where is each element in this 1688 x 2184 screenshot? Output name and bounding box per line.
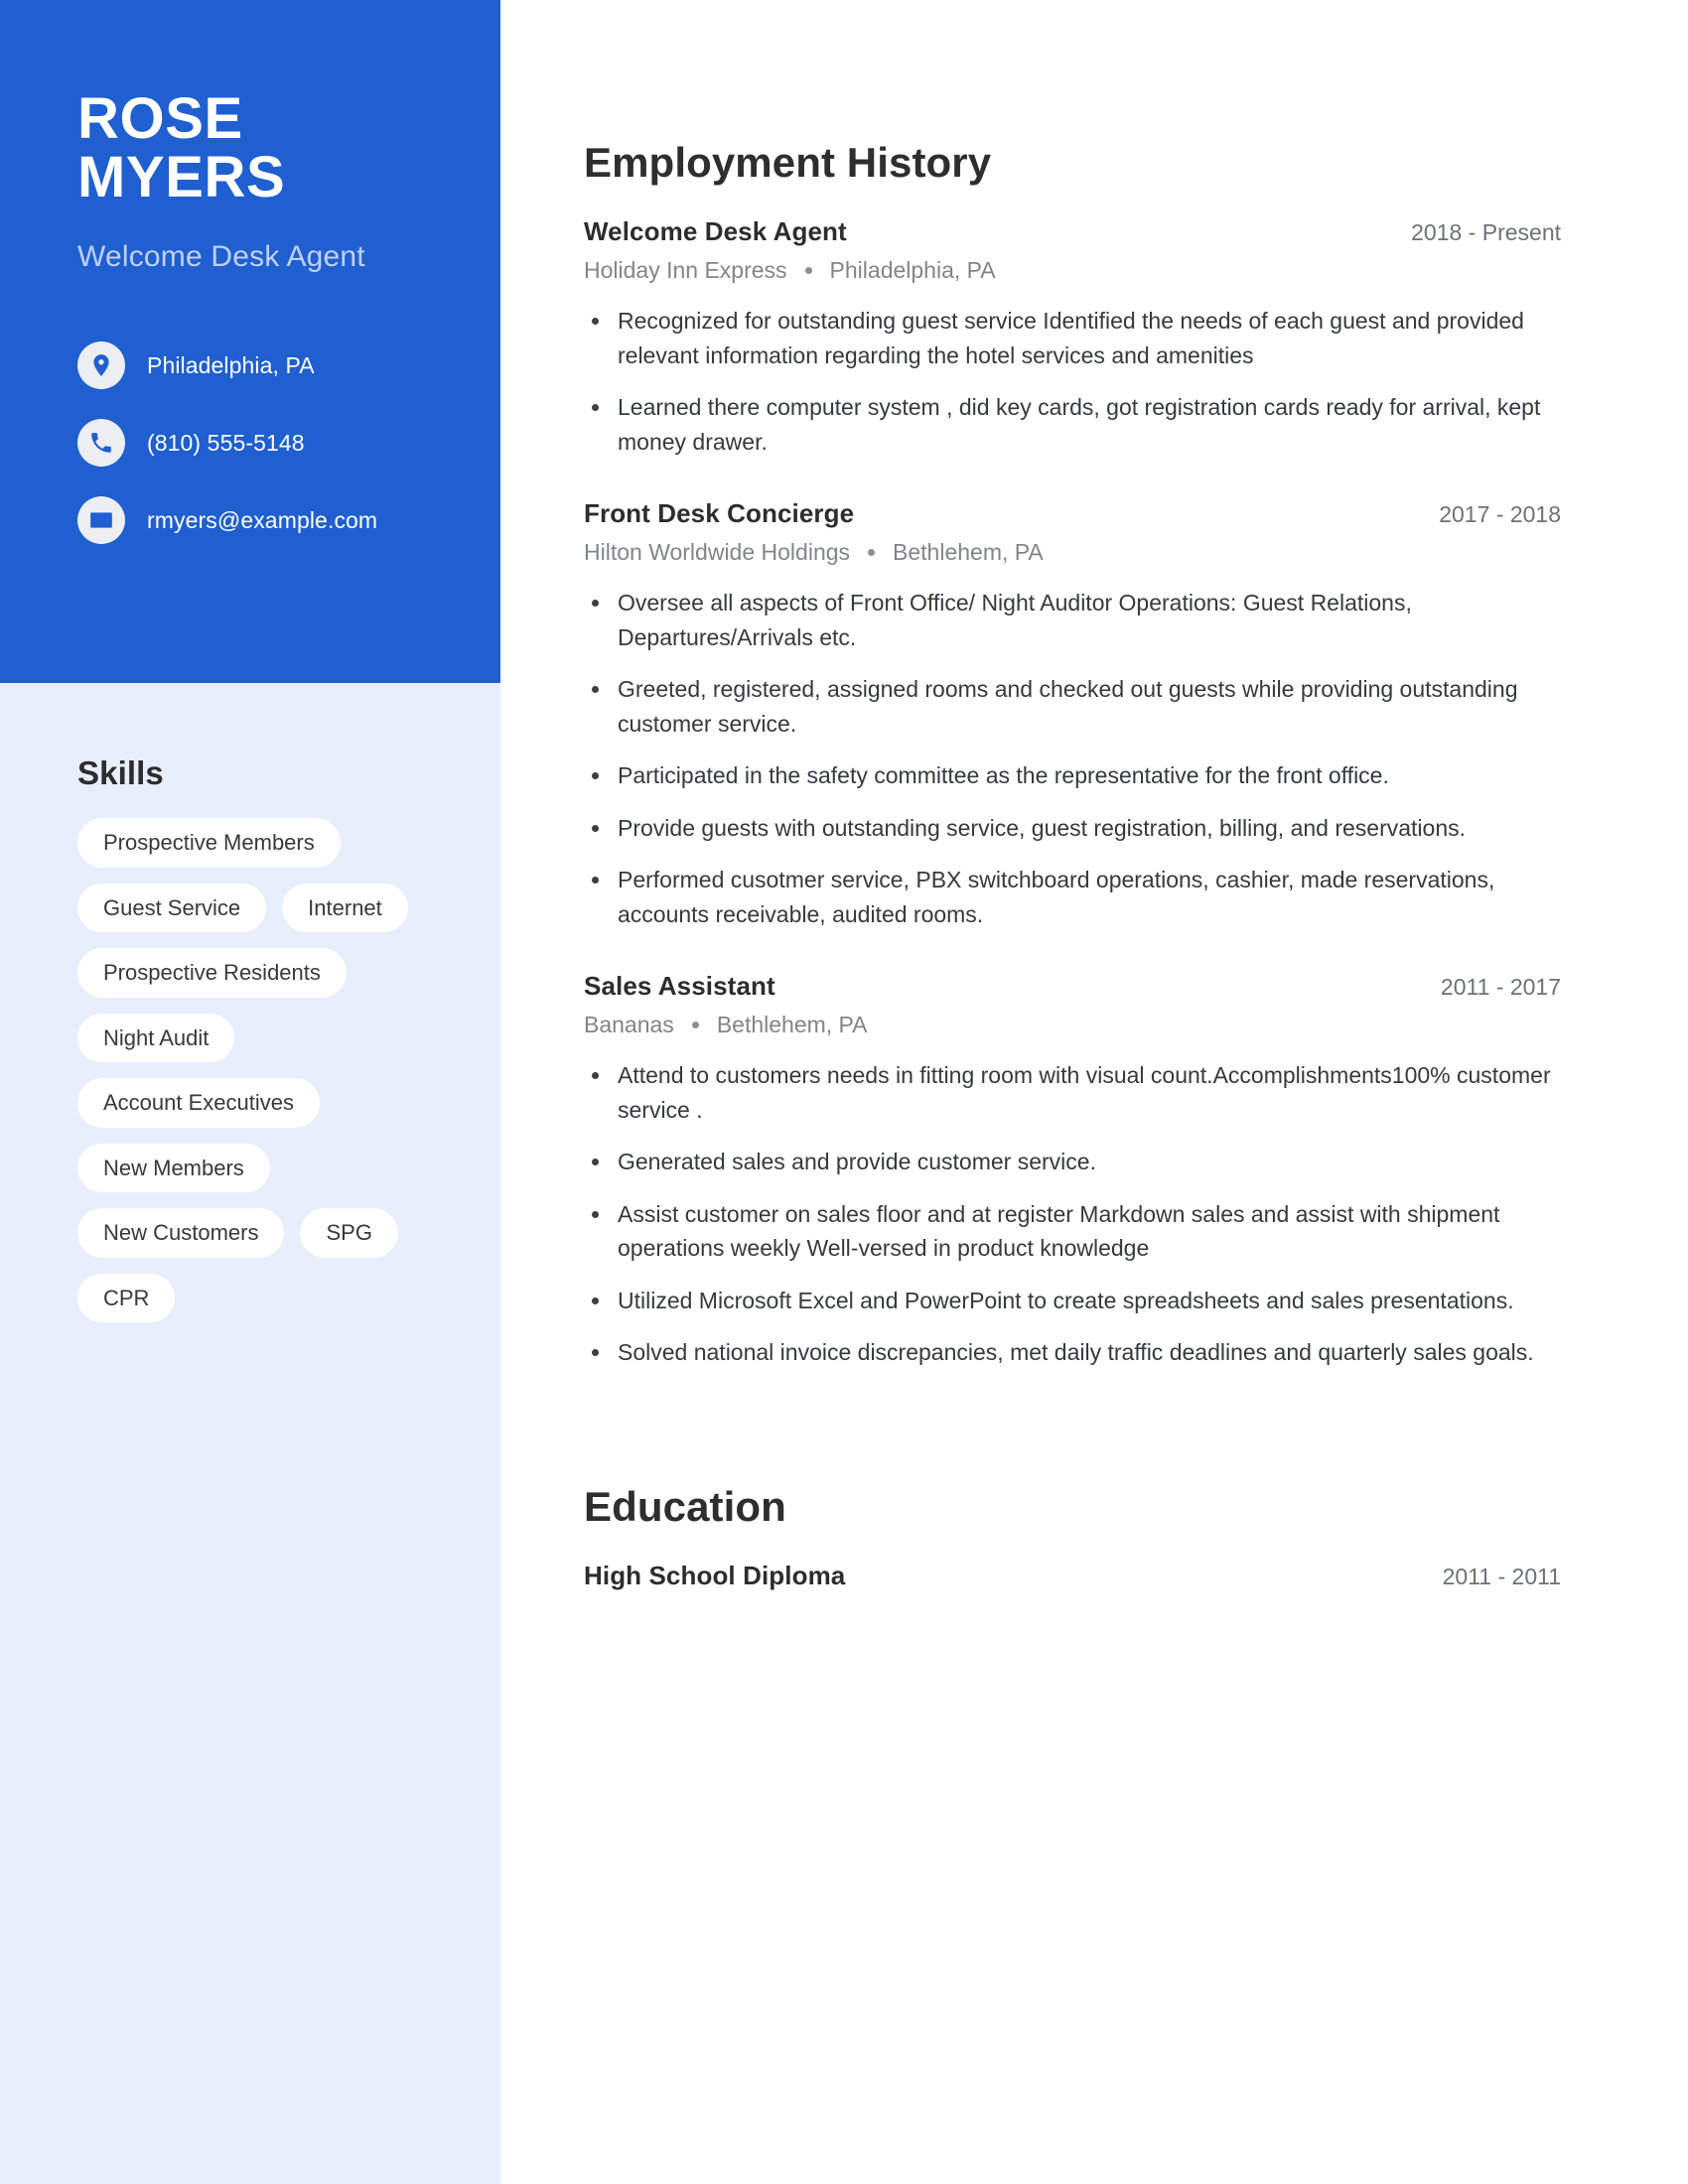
envelope-icon bbox=[77, 496, 125, 545]
employment-entry-company: Bananas bbox=[584, 1012, 674, 1037]
contact-item-email: rmyers@example.com bbox=[77, 496, 429, 545]
employment-entry-location: Philadelphia, PA bbox=[829, 257, 996, 283]
education-section: Education High School Diploma 2011 - 2011 bbox=[584, 1483, 1561, 1591]
bullet-item: Attend to customers needs in fitting roo… bbox=[584, 1058, 1561, 1127]
employment-history-section: Employment History Welcome Desk Agent 201… bbox=[584, 139, 1561, 1370]
skill-tag: SPG bbox=[300, 1208, 398, 1258]
bullet-item: Greeted, registered, assigned rooms and … bbox=[584, 672, 1561, 741]
entry-spacer bbox=[584, 477, 1561, 498]
resume-page: ROSE MYERS Welcome Desk Agent Philadelph… bbox=[0, 0, 1688, 2184]
main-content: Employment History Welcome Desk Agent 201… bbox=[500, 0, 1688, 2184]
education-entry: High School Diploma 2011 - 2011 bbox=[584, 1561, 1561, 1591]
skill-tag: Prospective Members bbox=[77, 818, 341, 868]
education-entry-list: High School Diploma 2011 - 2011 bbox=[584, 1561, 1561, 1591]
employment-entry-bullets: Attend to customers needs in fitting roo… bbox=[584, 1058, 1561, 1370]
bullet-item: Utilized Microsoft Excel and PowerPoint … bbox=[584, 1284, 1561, 1318]
education-entry-dates: 2011 - 2011 bbox=[1442, 1563, 1561, 1589]
skill-tag: Night Audit bbox=[77, 1013, 235, 1062]
employment-entry-bullets: Oversee all aspects of Front Office/ Nig… bbox=[584, 586, 1561, 931]
employment-entry-title: Sales Assistant bbox=[584, 971, 775, 1001]
employment-entry-title: Welcome Desk Agent bbox=[584, 216, 847, 246]
skill-tag: Internet bbox=[282, 883, 408, 932]
first-name: ROSE bbox=[77, 86, 243, 151]
skill-row: New Members bbox=[77, 1143, 441, 1192]
last-name: MYERS bbox=[77, 145, 286, 210]
phone-icon bbox=[77, 419, 125, 468]
skills-section: Skills Prospective Members Guest Service I… bbox=[0, 683, 500, 1322]
contact-email-value: rmyers@example.com bbox=[147, 506, 378, 533]
employment-entry-header: Welcome Desk Agent 2018 - Present bbox=[584, 216, 1561, 247]
skill-row: Prospective Residents bbox=[77, 948, 441, 998]
employment-entry-header: Sales Assistant 2011 - 2017 bbox=[584, 971, 1561, 1002]
skill-tag: New Customers bbox=[77, 1208, 285, 1258]
sidebar: ROSE MYERS Welcome Desk Agent Philadelph… bbox=[0, 0, 500, 2184]
bullet-item: Learned there computer system , did key … bbox=[584, 390, 1561, 459]
employment-history-heading: Employment History bbox=[584, 139, 992, 186]
bullet-item: Recognized for outstanding guest service… bbox=[584, 304, 1561, 372]
skill-tag: Prospective Residents bbox=[77, 948, 347, 998]
skill-tag: CPR bbox=[77, 1273, 176, 1322]
skills-heading: Skills bbox=[77, 754, 164, 791]
bullet-item: Performed cusotmer service, PBX switchbo… bbox=[584, 863, 1561, 931]
employment-entry-title: Front Desk Concierge bbox=[584, 498, 855, 528]
bullet-item: Provide guests with outstanding service,… bbox=[584, 811, 1561, 846]
employment-entry-dates: 2017 - 2018 bbox=[1439, 501, 1561, 527]
candidate-job-title: Welcome Desk Agent bbox=[77, 240, 365, 274]
employment-entry-dates: 2018 - Present bbox=[1411, 219, 1561, 245]
employment-entry-location: Bethlehem, PA bbox=[716, 1012, 868, 1037]
employment-entry-meta: Hilton Worldwide Holdings Bethlehem, PA bbox=[584, 539, 1561, 566]
entry-spacer bbox=[584, 949, 1561, 971]
section-divider-spacer bbox=[584, 1388, 1561, 1483]
employment-entry: Front Desk Concierge 2017 - 2018 Hilton Wo… bbox=[584, 498, 1561, 931]
contact-list: Philadelphia, PA (810) 555-5148 rmyers@e… bbox=[77, 341, 429, 545]
bullet-item: Generated sales and provide customer ser… bbox=[584, 1145, 1561, 1179]
employment-entry: Sales Assistant 2011 - 2017 Bananas Bethleh… bbox=[584, 971, 1561, 1370]
skill-tag: Account Executives bbox=[77, 1078, 320, 1128]
contact-item-location: Philadelphia, PA bbox=[77, 341, 429, 390]
candidate-name: ROSE MYERS bbox=[77, 89, 429, 206]
skill-row: CPR bbox=[77, 1273, 441, 1322]
bullet-item: Solved national invoice discrepancies, m… bbox=[584, 1335, 1561, 1370]
employment-entry-company: Holiday Inn Express bbox=[584, 257, 787, 283]
employment-entry: Welcome Desk Agent 2018 - Present Holiday … bbox=[584, 216, 1561, 459]
employment-entry-company: Hilton Worldwide Holdings bbox=[584, 539, 851, 565]
employment-entry-bullets: Recognized for outstanding guest service… bbox=[584, 304, 1561, 459]
skill-row: Account Executives bbox=[77, 1078, 441, 1128]
location-pin-icon bbox=[77, 341, 125, 390]
meta-separator-dot bbox=[868, 549, 876, 556]
meta-separator-dot bbox=[804, 267, 812, 274]
skill-row: Guest Service Internet bbox=[77, 883, 441, 932]
education-entry-header: High School Diploma 2011 - 2011 bbox=[584, 1561, 1561, 1591]
employment-entry-meta: Bananas Bethlehem, PA bbox=[584, 1012, 1561, 1038]
employment-entry-meta: Holiday Inn Express Philadelphia, PA bbox=[584, 257, 1561, 284]
contact-location-value: Philadelphia, PA bbox=[147, 351, 315, 378]
bullet-item: Assist customer on sales floor and at re… bbox=[584, 1197, 1561, 1266]
education-entry-title: High School Diploma bbox=[584, 1560, 846, 1590]
education-heading: Education bbox=[584, 1482, 786, 1530]
employment-entry-list: Welcome Desk Agent 2018 - Present Holiday … bbox=[584, 216, 1561, 1370]
skill-row: New Customers SPG bbox=[77, 1208, 441, 1258]
employment-entry-location: Bethlehem, PA bbox=[893, 539, 1044, 565]
bullet-item: Oversee all aspects of Front Office/ Nig… bbox=[584, 586, 1561, 654]
skill-tag: Guest Service bbox=[77, 883, 267, 932]
meta-separator-dot bbox=[691, 1022, 699, 1028]
employment-entry-header: Front Desk Concierge 2017 - 2018 bbox=[584, 498, 1561, 529]
skill-tag-list: Prospective Members Guest Service Internet… bbox=[77, 818, 441, 1322]
employment-entry-dates: 2011 - 2017 bbox=[1440, 974, 1561, 1000]
sidebar-header: ROSE MYERS Welcome Desk Agent Philadelph… bbox=[0, 0, 500, 683]
skill-row: Prospective Members bbox=[77, 818, 441, 868]
contact-phone-value: (810) 555-5148 bbox=[147, 429, 305, 456]
contact-item-phone: (810) 555-5148 bbox=[77, 419, 429, 468]
skill-tag: New Members bbox=[77, 1143, 270, 1192]
bullet-item: Participated in the safety committee as … bbox=[584, 758, 1561, 793]
skill-row: Night Audit bbox=[77, 1013, 441, 1062]
